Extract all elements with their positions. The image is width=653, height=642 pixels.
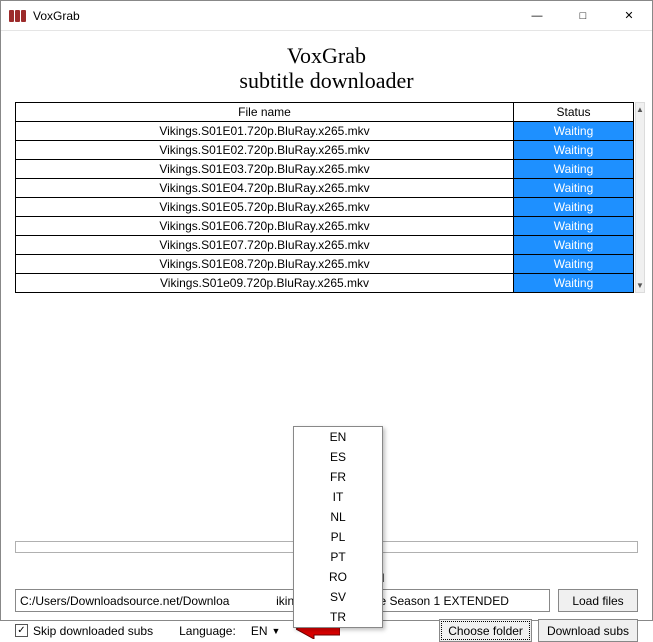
status-cell: Waiting — [514, 235, 634, 254]
status-cell: Waiting — [514, 273, 634, 292]
download-subs-button[interactable]: Download subs — [538, 619, 638, 642]
table-row[interactable]: Vikings.S01e09.720p.BluRay.x265.mkvWaiti… — [16, 273, 634, 292]
title-bar: VoxGrab ― □ ✕ — [1, 1, 652, 31]
file-cell: Vikings.S01E08.720p.BluRay.x265.mkv — [16, 254, 514, 273]
table-row[interactable]: Vikings.S01E06.720p.BluRay.x265.mkvWaiti… — [16, 216, 634, 235]
language-dropdown-menu: ENESFRITNLPLPTROSVTR — [293, 426, 383, 628]
app-header: VoxGrab subtitle downloader — [15, 43, 638, 94]
file-cell: Vikings.S01e09.720p.BluRay.x265.mkv — [16, 273, 514, 292]
language-option[interactable]: IT — [294, 487, 382, 507]
table-row[interactable]: Vikings.S01E01.720p.BluRay.x265.mkvWaiti… — [16, 121, 634, 140]
folder-path-input[interactable] — [15, 589, 550, 612]
file-cell: Vikings.S01E05.720p.BluRay.x265.mkv — [16, 197, 514, 216]
col-header-status[interactable]: Status — [514, 102, 634, 121]
scroll-up-icon[interactable]: ▲ — [636, 105, 644, 114]
app-subtitle: subtitle downloader — [15, 68, 638, 93]
file-cell: Vikings.S01E06.720p.BluRay.x265.mkv — [16, 216, 514, 235]
file-cell: Vikings.S01E04.720p.BluRay.x265.mkv — [16, 178, 514, 197]
file-cell: Vikings.S01E07.720p.BluRay.x265.mkv — [16, 235, 514, 254]
col-header-file[interactable]: File name — [16, 102, 514, 121]
checkbox-icon: ✓ — [15, 624, 28, 637]
minimize-button[interactable]: ― — [514, 1, 560, 31]
status-cell: Waiting — [514, 216, 634, 235]
language-option[interactable]: ES — [294, 447, 382, 467]
scroll-down-icon[interactable]: ▼ — [636, 281, 644, 290]
load-files-button[interactable]: Load files — [558, 589, 638, 612]
choose-folder-button[interactable]: Choose folder — [439, 619, 532, 642]
language-option[interactable]: PT — [294, 547, 382, 567]
status-cell: Waiting — [514, 178, 634, 197]
language-option[interactable]: SV — [294, 587, 382, 607]
table-row[interactable]: Vikings.S01E07.720p.BluRay.x265.mkvWaiti… — [16, 235, 634, 254]
language-option[interactable]: EN — [294, 427, 382, 447]
language-option[interactable]: NL — [294, 507, 382, 527]
file-cell: Vikings.S01E01.720p.BluRay.x265.mkv — [16, 121, 514, 140]
chevron-down-icon: ▼ — [272, 626, 281, 636]
skip-downloaded-checkbox[interactable]: ✓ Skip downloaded subs — [15, 624, 153, 638]
file-cell: Vikings.S01E02.720p.BluRay.x265.mkv — [16, 140, 514, 159]
language-option[interactable]: FR — [294, 467, 382, 487]
skip-downloaded-label: Skip downloaded subs — [33, 624, 153, 638]
language-label: Language: — [179, 624, 236, 638]
table-row[interactable]: Vikings.S01E05.720p.BluRay.x265.mkvWaiti… — [16, 197, 634, 216]
maximize-button[interactable]: □ — [560, 1, 606, 31]
files-table: File name Status Vikings.S01E01.720p.Blu… — [15, 102, 634, 293]
app-title: VoxGrab — [15, 43, 638, 68]
table-row[interactable]: Vikings.S01E02.720p.BluRay.x265.mkvWaiti… — [16, 140, 634, 159]
window-title: VoxGrab — [33, 9, 80, 23]
language-option[interactable]: TR — [294, 607, 382, 627]
status-cell: Waiting — [514, 159, 634, 178]
status-cell: Waiting — [514, 140, 634, 159]
status-cell: Waiting — [514, 121, 634, 140]
table-row[interactable]: Vikings.S01E04.720p.BluRay.x265.mkvWaiti… — [16, 178, 634, 197]
table-row[interactable]: Vikings.S01E03.720p.BluRay.x265.mkvWaiti… — [16, 159, 634, 178]
table-row[interactable]: Vikings.S01E08.720p.BluRay.x265.mkvWaiti… — [16, 254, 634, 273]
language-selected: EN — [251, 624, 268, 638]
status-cell: Waiting — [514, 197, 634, 216]
language-option[interactable]: RO — [294, 567, 382, 587]
language-select[interactable]: EN ▼ — [245, 622, 287, 640]
status-cell: Waiting — [514, 254, 634, 273]
window-controls: ― □ ✕ — [514, 1, 652, 31]
app-icon — [9, 10, 27, 22]
file-cell: Vikings.S01E03.720p.BluRay.x265.mkv — [16, 159, 514, 178]
close-button[interactable]: ✕ — [606, 1, 652, 31]
vertical-scrollbar[interactable]: ▲ ▼ — [635, 102, 645, 293]
language-option[interactable]: PL — [294, 527, 382, 547]
